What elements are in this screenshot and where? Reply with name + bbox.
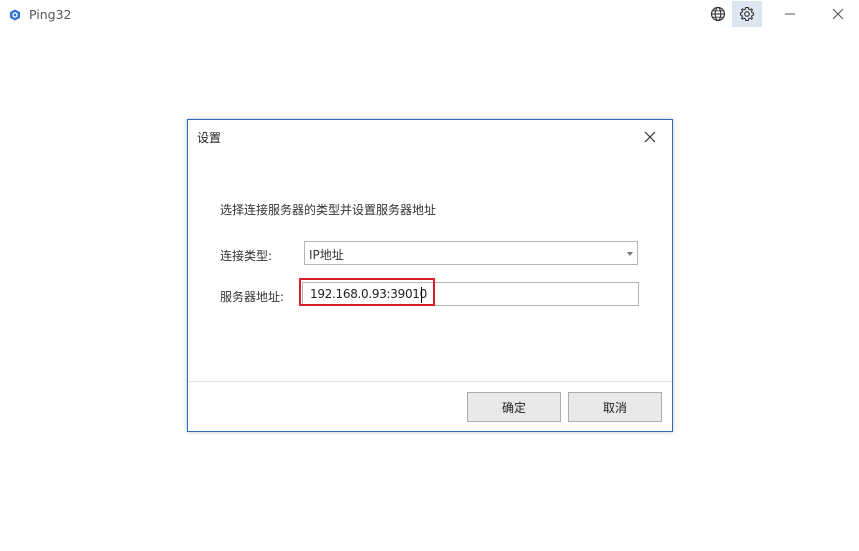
dialog-title: 设置	[197, 131, 222, 145]
app-logo-icon	[9, 9, 21, 21]
chevron-down-icon	[627, 252, 633, 256]
title-bar: Ping32	[0, 0, 859, 30]
server-address-label: 服务器地址:	[220, 290, 285, 304]
highlight-annotation	[299, 278, 435, 306]
cancel-button[interactable]: 取消	[568, 392, 662, 422]
dialog-close-button[interactable]	[639, 126, 661, 148]
gear-icon	[739, 6, 755, 22]
connection-type-value: IP地址	[309, 248, 344, 262]
globe-icon	[710, 6, 726, 22]
connection-type-select[interactable]: IP地址	[304, 241, 638, 265]
settings-button[interactable]	[732, 1, 762, 27]
ok-button[interactable]: 确定	[467, 392, 561, 422]
footer-divider	[188, 381, 672, 382]
close-icon	[832, 8, 844, 20]
connection-type-label: 连接类型:	[220, 249, 273, 263]
settings-dialog: 设置 选择连接服务器的类型并设置服务器地址 连接类型: IP地址 服务器地址: …	[187, 119, 673, 432]
close-icon	[644, 131, 656, 143]
close-button[interactable]	[823, 1, 853, 27]
app-window: Ping32 设置 选择连接服务器的类型并设置服务器地址 连接类型: IP地址 …	[0, 0, 859, 551]
dialog-intro-text: 选择连接服务器的类型并设置服务器地址	[220, 203, 437, 217]
minimize-icon	[785, 13, 795, 15]
minimize-button[interactable]	[775, 1, 805, 27]
language-button[interactable]	[703, 1, 733, 27]
app-title: Ping32	[29, 7, 72, 22]
